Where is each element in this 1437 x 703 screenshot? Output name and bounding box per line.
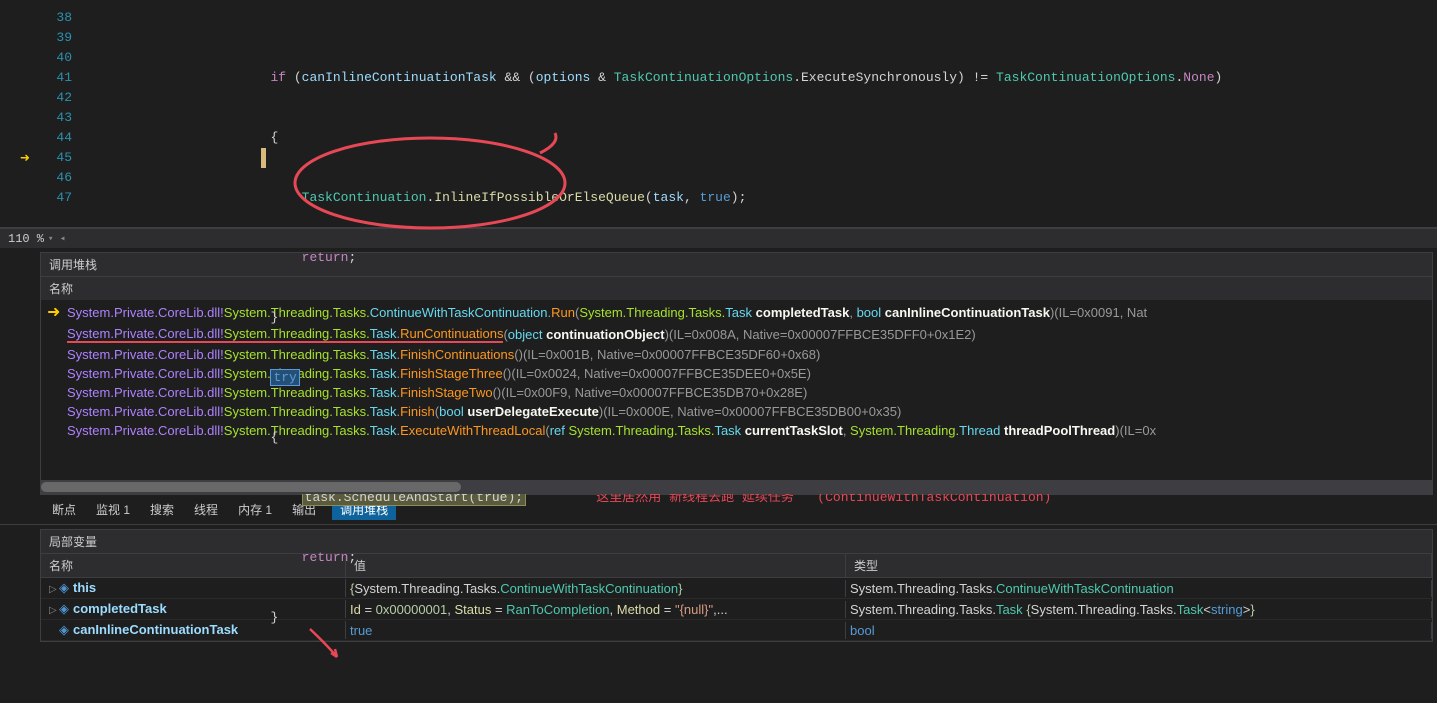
current-statement-arrow-icon: ➜	[20, 148, 38, 168]
variable-icon: ◈	[59, 601, 73, 616]
variable-icon: ◈	[59, 622, 73, 637]
variable-icon: ◈	[59, 580, 73, 595]
glyph-margin: ➜	[0, 0, 40, 227]
code-editor: ➜ 38 39 40 41 42 43 44 45 46 47 if (canI…	[0, 0, 1437, 228]
line-number: 47	[40, 188, 72, 208]
zoom-dropdown[interactable]: 110 % ▾	[8, 232, 53, 246]
line-number: 39	[40, 28, 72, 48]
tab-item[interactable]: 监视 1	[92, 499, 134, 520]
line-number: 43	[40, 108, 72, 128]
line-number: 42	[40, 88, 72, 108]
scrollbar-thumb[interactable]	[41, 482, 461, 492]
tab-item[interactable]: 断点	[48, 499, 80, 520]
current-line-highlight	[261, 148, 266, 168]
zoom-level: 110 %	[8, 232, 44, 246]
line-number: 41	[40, 68, 72, 88]
horizontal-scrollbar[interactable]	[41, 480, 1432, 494]
expand-icon[interactable]: ▷	[45, 584, 59, 595]
kw-try: try	[270, 369, 299, 386]
chevron-down-icon: ▾	[48, 234, 53, 244]
expand-icon[interactable]: ▷	[45, 605, 59, 616]
line-number: 46	[40, 168, 72, 188]
current-frame-arrow-icon: ➜	[47, 302, 65, 322]
code-content[interactable]: if (canInlineContinuationTask && (option…	[130, 0, 1437, 227]
variable-name: this	[73, 580, 96, 595]
scroll-left-icon[interactable]: ◂	[59, 233, 65, 245]
line-number: 38	[40, 8, 72, 28]
line-numbers: 38 39 40 41 42 43 44 45 46 47	[40, 0, 80, 227]
line-number: 45	[40, 148, 72, 168]
kw-if: if	[270, 70, 286, 85]
line-number: 44	[40, 128, 72, 148]
var: canInlineContinuationTask	[302, 70, 497, 85]
outline-margin	[80, 0, 130, 227]
line-number: 40	[40, 48, 72, 68]
